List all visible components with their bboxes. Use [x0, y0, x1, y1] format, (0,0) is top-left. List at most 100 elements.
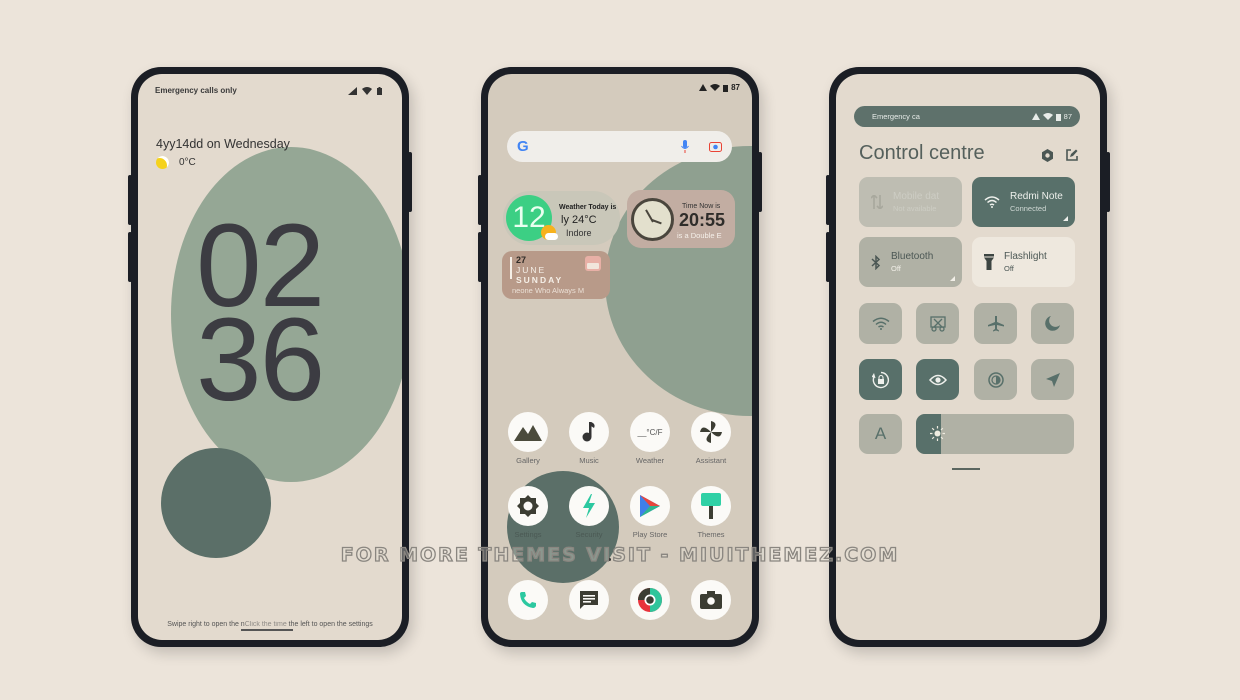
app-gallery[interactable]: Gallery [502, 412, 554, 465]
clock-title: Time Now is [682, 203, 721, 210]
dock-phone[interactable] [502, 580, 554, 620]
app-label: Music [579, 456, 599, 465]
calendar-month: JUNE [516, 265, 547, 275]
hint-text: Swipe right to open the n [167, 621, 245, 628]
battery-percent: 87 [731, 83, 740, 92]
tile-subtitle: Off [891, 264, 901, 273]
app-label: Assistant [695, 456, 727, 465]
contrast-toggle[interactable] [974, 359, 1017, 400]
auto-brightness-label: A [874, 424, 887, 443]
auto-brightness-toggle[interactable]: A [859, 414, 902, 454]
tile-title: Mobile dat [893, 191, 940, 202]
scissors-icon [929, 315, 946, 332]
divider [510, 257, 512, 279]
tile-subtitle: Connected [1010, 204, 1047, 213]
weather-widget[interactable]: 12 Weather Today is ly 24°C Indore [503, 191, 620, 245]
lens-icon[interactable] [708, 140, 722, 154]
hint-tail: the left to open the settings [288, 621, 373, 628]
carrier-status: Emergency calls only [155, 86, 237, 95]
paint-brush-icon [701, 493, 721, 519]
home-indicator[interactable] [241, 629, 293, 631]
decorative-circle [161, 448, 271, 558]
mobile-data-tile[interactable]: Mobile dat Not available [859, 177, 962, 227]
flashlight-tile[interactable]: Flashlight Off [972, 237, 1075, 287]
app-themes[interactable]: Themes [685, 486, 737, 539]
expand-corner-icon[interactable] [950, 276, 955, 281]
battery-icon [723, 84, 729, 92]
calendar-icon [585, 256, 601, 271]
screenshot-toggle[interactable] [916, 303, 959, 344]
battery-icon [377, 86, 382, 95]
rotation-lock-toggle[interactable] [859, 359, 902, 400]
power-button [1106, 152, 1110, 212]
dock-browser[interactable] [624, 580, 676, 620]
power-button [408, 152, 412, 212]
lock-clock[interactable]: 02 36 [196, 207, 325, 419]
decorative-circle [605, 146, 752, 416]
brightness-icon [930, 426, 945, 441]
app-weather[interactable]: __°C/F Weather [624, 412, 676, 465]
airplane-toggle[interactable] [974, 303, 1017, 344]
wifi-icon [710, 84, 721, 91]
weather-city: Indore [566, 228, 592, 238]
carrier-status: Emergency ca [872, 112, 920, 121]
wifi-icon [984, 196, 1000, 208]
weather-title: Weather Today is [559, 204, 617, 211]
app-assistant[interactable]: Assistant [685, 412, 737, 465]
app-settings[interactable]: Settings [502, 486, 554, 539]
app-label: Weather [635, 456, 665, 465]
tile-title: Flashlight [1004, 251, 1047, 262]
settings-icon[interactable] [1041, 149, 1054, 162]
page-title: Control centre [859, 142, 985, 164]
status-bar: 87 [699, 83, 740, 92]
rotation-lock-icon [871, 371, 889, 388]
battery-percent: 87 [1063, 112, 1072, 121]
tile-subtitle: Off [1004, 264, 1014, 273]
weather-cf-icon: __°C/F [637, 427, 663, 437]
volume-button [128, 175, 132, 225]
play-store-icon [640, 495, 660, 517]
google-logo-icon: G [517, 138, 529, 155]
dock-messages[interactable] [563, 580, 615, 620]
calendar-subtitle: neone Who Always M [512, 286, 585, 295]
clock-subtitle: is a Double E [677, 231, 722, 240]
app-label: Security [575, 530, 603, 539]
app-music[interactable]: Music [563, 412, 615, 465]
mic-icon[interactable] [678, 140, 692, 154]
tile-title: Bluetooth [891, 251, 934, 262]
app-label: Play Store [632, 530, 668, 539]
bluetooth-icon [871, 254, 881, 270]
date-text: 4yy14dd on Wednesday [156, 137, 290, 151]
expand-corner-icon[interactable] [1063, 216, 1068, 221]
calendar-widget[interactable]: 27 JUNE SUNDAY neone Who Always M [502, 251, 610, 299]
status-icons: 87 [1031, 112, 1072, 121]
gear-icon [517, 495, 539, 517]
phone-icon [520, 592, 536, 608]
clock-time: 20:55 [679, 210, 726, 230]
bluetooth-tile[interactable]: Bluetooth Off [859, 237, 962, 287]
status-bar: Emergency ca 87 [854, 106, 1080, 127]
reading-mode-toggle[interactable] [916, 359, 959, 400]
app-label: Gallery [516, 456, 540, 465]
brightness-slider[interactable] [916, 414, 1074, 454]
hotspot-toggle[interactable] [859, 303, 902, 344]
wifi-tile[interactable]: Redmi Note Connected [972, 177, 1075, 227]
hint-overlap: Click the time [244, 621, 287, 628]
google-search-bar[interactable]: G [507, 131, 732, 162]
location-toggle[interactable] [1031, 359, 1074, 400]
dock-camera[interactable] [685, 580, 737, 620]
drag-handle[interactable] [952, 468, 980, 470]
cloud-icon [545, 233, 558, 240]
app-security[interactable]: Security [563, 486, 615, 539]
dark-mode-toggle[interactable] [1031, 303, 1074, 344]
lightning-icon [583, 494, 595, 518]
clock-widget[interactable]: Time Now is 20:55 is a Double E [627, 190, 735, 248]
browser-icon [638, 588, 662, 612]
pinwheel-icon [700, 421, 722, 443]
volume-button [826, 232, 830, 282]
wifi-icon [1042, 113, 1053, 120]
calendar-weekday: SUNDAY [516, 275, 564, 285]
edit-icon[interactable] [1066, 149, 1078, 161]
calendar-day: 27 [516, 255, 527, 265]
app-play-store[interactable]: Play Store [624, 486, 676, 539]
